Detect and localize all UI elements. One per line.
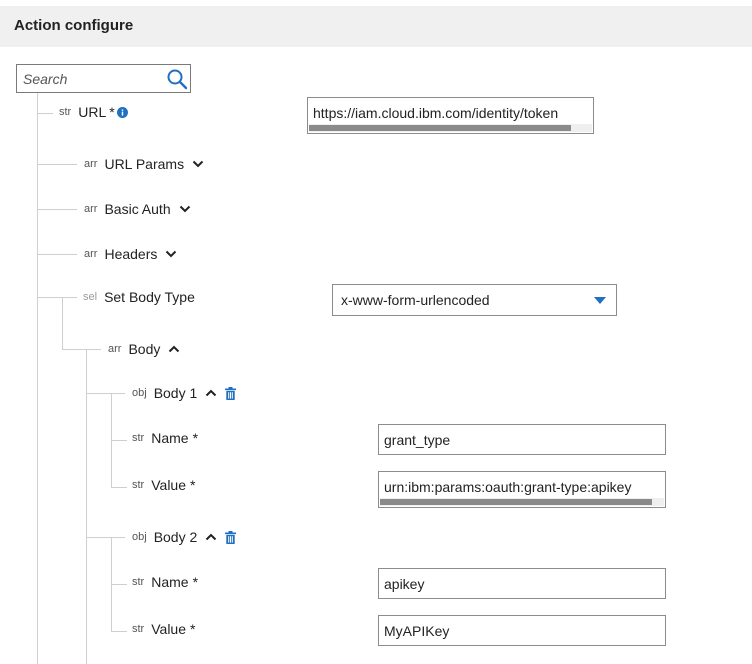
tree-node-value: str Value * (132, 619, 195, 639)
required-marker: * (192, 574, 199, 590)
type-tag: str (132, 623, 145, 635)
panel-header: Action configure (0, 6, 752, 47)
tree-line (37, 164, 77, 165)
body-1-value-field[interactable] (378, 471, 666, 508)
select-value: x-www-form-urlencoded (341, 292, 490, 308)
name-label: Name (151, 574, 189, 590)
type-tag: str (132, 576, 145, 588)
value-label: Value (151, 621, 187, 637)
type-tag: arr (108, 343, 122, 355)
type-tag: obj (132, 387, 147, 399)
tree-line (86, 393, 125, 394)
horizontal-scrollbar[interactable] (380, 498, 664, 506)
tree-line (86, 349, 87, 664)
tree-node-body[interactable]: arr Body (108, 339, 180, 359)
scrollbar-thumb[interactable] (380, 499, 652, 505)
required-marker: * (190, 477, 196, 493)
tree-line (111, 584, 127, 585)
tree-line (111, 631, 127, 632)
body-2-value-input[interactable] (379, 616, 665, 645)
body-2-name-field[interactable] (378, 568, 666, 599)
body-1-name-input[interactable] (379, 425, 665, 454)
type-tag: str (132, 479, 145, 491)
basic-auth-label: Basic Auth (104, 201, 171, 217)
required-marker: * (192, 430, 199, 446)
tree-node-url-params[interactable]: arr URL Params (84, 154, 204, 174)
tree-node-headers[interactable]: arr Headers (84, 244, 177, 264)
type-tag: obj (132, 531, 147, 543)
tree-line (111, 487, 127, 488)
body-1-name-field[interactable] (378, 424, 666, 455)
trash-icon[interactable] (225, 530, 237, 544)
body-type-select[interactable]: x-www-form-urlencoded (332, 284, 617, 316)
tree-node-body-item[interactable]: obj Body 2 (132, 527, 237, 547)
body-item-label: Body 1 (153, 385, 198, 401)
url-field[interactable] (307, 97, 594, 134)
body-item-label: Body 2 (153, 529, 198, 545)
tree-line (37, 113, 53, 114)
tree-node-name: str Name * (132, 572, 198, 592)
search-icon[interactable] (166, 68, 188, 90)
search-box[interactable] (16, 64, 191, 93)
tree-line (37, 254, 77, 255)
chevron-down-icon[interactable] (179, 204, 191, 214)
chevron-down-icon[interactable] (192, 159, 204, 169)
url-label: URL (78, 104, 107, 120)
chevron-up-icon[interactable] (205, 388, 217, 398)
tree-node-basic-auth[interactable]: arr Basic Auth (84, 199, 191, 219)
type-tag: arr (84, 158, 98, 170)
chevron-up-icon[interactable] (205, 532, 217, 542)
url-params-label: URL Params (104, 156, 185, 172)
scrollbar-thumb[interactable] (309, 125, 571, 131)
type-tag: arr (84, 203, 98, 215)
body-type-label: Set Body Type (104, 289, 195, 305)
tree-node-url: str URL * (59, 102, 128, 122)
body-2-name-input[interactable] (379, 569, 665, 598)
body-2-value-field[interactable] (378, 615, 666, 646)
chevron-down-icon[interactable] (165, 249, 177, 259)
value-label: Value (151, 477, 187, 493)
trash-icon[interactable] (225, 386, 237, 400)
body-1-value-input[interactable] (379, 472, 665, 501)
type-tag: sel (83, 291, 98, 303)
search-input[interactable] (17, 65, 157, 92)
horizontal-scrollbar[interactable] (309, 124, 592, 132)
name-label: Name (151, 430, 189, 446)
tree-line (37, 93, 38, 664)
tree-line (86, 537, 125, 538)
tree-node-value: str Value * (132, 475, 195, 495)
tree-line (37, 209, 77, 210)
caret-down-icon[interactable] (594, 297, 606, 305)
headers-label: Headers (104, 246, 158, 262)
info-icon[interactable] (116, 106, 128, 118)
type-tag: arr (84, 248, 98, 260)
tree-node-body-item[interactable]: obj Body 1 (132, 383, 237, 403)
chevron-up-icon[interactable] (168, 344, 180, 354)
required-marker: * (109, 104, 115, 120)
panel-title: Action configure (14, 17, 134, 34)
body-label: Body (128, 341, 161, 357)
tree-line (62, 297, 63, 349)
type-tag: str (59, 106, 72, 118)
tree-line (37, 297, 77, 298)
tree-line (62, 349, 101, 350)
tree-node-name: str Name * (132, 428, 198, 448)
tree-line (111, 440, 127, 441)
type-tag: str (132, 432, 145, 444)
required-marker: * (190, 621, 196, 637)
url-input[interactable] (308, 98, 593, 127)
tree-node-body-type: sel Set Body Type (83, 287, 195, 307)
